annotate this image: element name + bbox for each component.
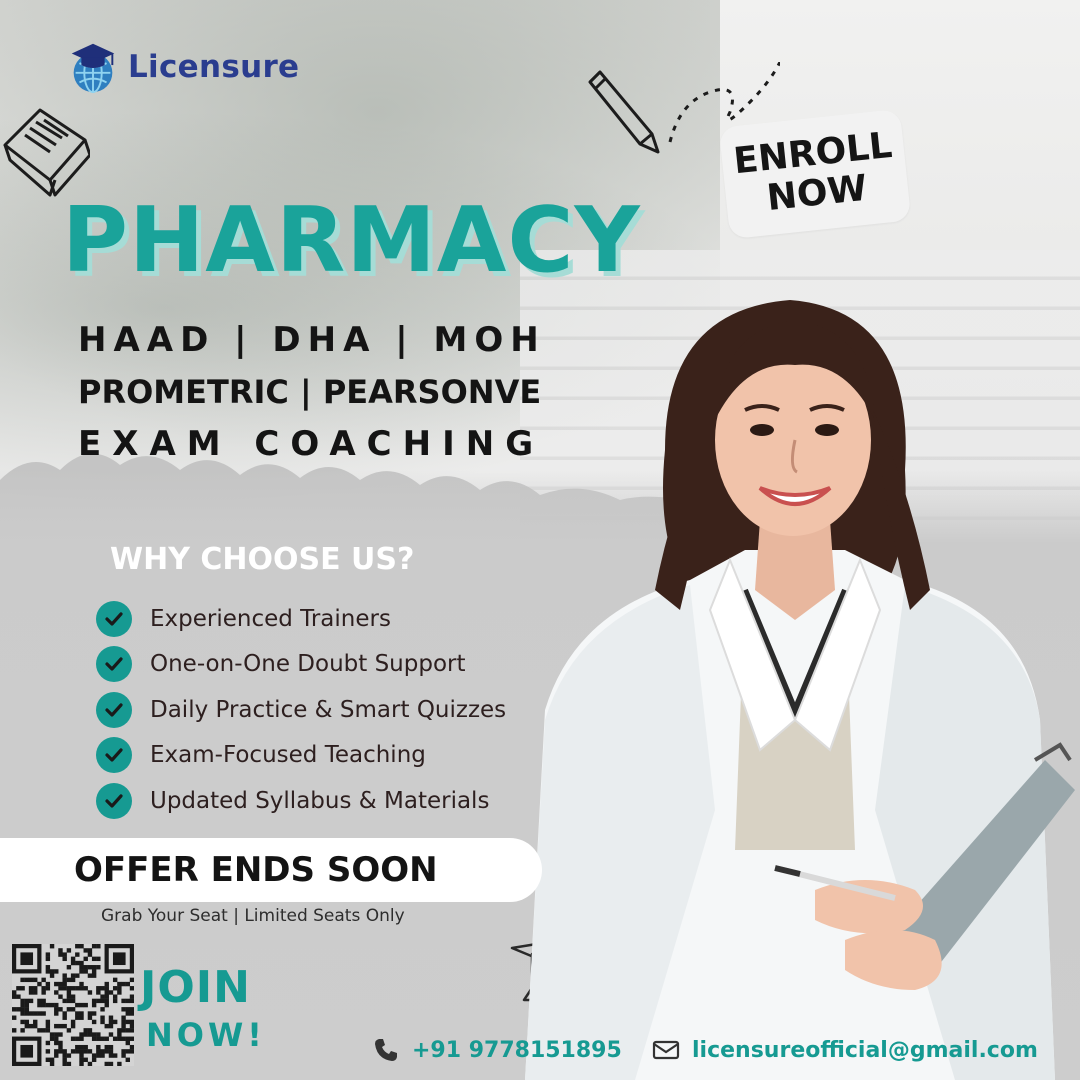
phone-contact[interactable]: +91 9778151895 (372, 1036, 622, 1064)
pharmacist-photo (525, 300, 1075, 1080)
benefit-text: Daily Practice & Smart Quizzes (150, 696, 507, 723)
exam-boards-line: HAAD | DHA | MOH (78, 320, 546, 360)
brand-logo[interactable]: Licensure (64, 38, 299, 96)
join-title: JOIN (140, 962, 251, 1013)
offer-subtitle: Grab Your Seat | Limited Seats Only (101, 906, 405, 926)
qr-code[interactable] (12, 944, 134, 1066)
benefit-text: Exam-Focused Teaching (150, 742, 426, 769)
email-address: licensureofficial@gmail.com (692, 1037, 1038, 1063)
check-icon (96, 646, 132, 683)
envelope-icon (652, 1040, 680, 1060)
coaching-line: EXAM COACHING (78, 424, 545, 464)
check-icon (96, 782, 132, 819)
benefits-list: Experienced Trainers One-on-One Doubt Su… (96, 596, 506, 824)
offer-title: OFFER ENDS SOON (74, 850, 438, 890)
check-icon (96, 737, 132, 774)
email-contact[interactable]: licensureofficial@gmail.com (652, 1036, 1038, 1064)
check-icon (96, 600, 132, 637)
list-item: Daily Practice & Smart Quizzes (96, 687, 506, 733)
offer-banner[interactable]: OFFER ENDS SOON (0, 838, 542, 902)
list-item: Experienced Trainers (96, 596, 506, 642)
join-subtitle: NOW! (146, 1016, 266, 1054)
why-choose-us-title: WHY CHOOSE US? (110, 542, 415, 577)
phone-number: +91 9778151895 (412, 1037, 622, 1063)
benefit-text: One-on-One Doubt Support (150, 651, 466, 678)
enroll-line2: NOW (764, 167, 870, 220)
benefit-text: Updated Syllabus & Materials (150, 787, 490, 814)
brand-name: Licensure (128, 49, 300, 85)
enroll-now-badge[interactable]: ENROLL NOW (718, 108, 912, 240)
exam-providers-line: PROMETRIC | PEARSONVE (78, 373, 542, 411)
list-item: Exam-Focused Teaching (96, 733, 506, 779)
page-title: PHARMACY (62, 188, 641, 293)
list-item: Updated Syllabus & Materials (96, 778, 506, 824)
list-item: One-on-One Doubt Support (96, 642, 506, 688)
phone-icon (375, 1039, 397, 1061)
graduation-globe-icon (71, 43, 115, 94)
benefit-text: Experienced Trainers (150, 605, 391, 632)
check-icon (96, 691, 132, 728)
